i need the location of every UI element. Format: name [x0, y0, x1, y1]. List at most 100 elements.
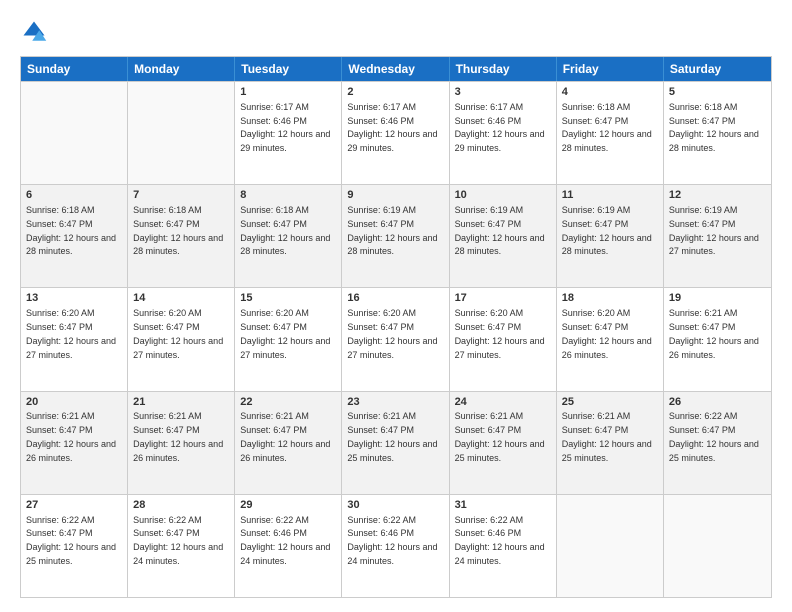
day-number: 29 — [240, 498, 336, 513]
calendar-header: SundayMondayTuesdayWednesdayThursdayFrid… — [21, 57, 771, 81]
day-info: Sunrise: 6:17 AM Sunset: 6:46 PM Dayligh… — [347, 102, 437, 153]
calendar-cell: 31Sunrise: 6:22 AM Sunset: 6:46 PM Dayli… — [450, 495, 557, 597]
calendar-cell: 1 Sunrise: 6:17 AM Sunset: 6:46 PM Daylig… — [235, 82, 342, 184]
day-info: Sunrise: 6:22 AM Sunset: 6:47 PM Dayligh… — [26, 515, 116, 566]
calendar-cell: 29Sunrise: 6:22 AM Sunset: 6:46 PM Dayli… — [235, 495, 342, 597]
calendar-cell: 2 Sunrise: 6:17 AM Sunset: 6:46 PM Daylig… — [342, 82, 449, 184]
day-number: 17 — [455, 291, 551, 306]
day-number: 20 — [26, 395, 122, 410]
calendar-cell: 26Sunrise: 6:22 AM Sunset: 6:47 PM Dayli… — [664, 392, 771, 494]
calendar-cell: 15 Sunrise: 6:20 AM Sunset: 6:47 PM Dayli… — [235, 288, 342, 390]
day-info: Sunrise: 6:21 AM Sunset: 6:47 PM Dayligh… — [133, 411, 223, 462]
header — [20, 18, 772, 46]
day-number: 9 — [347, 188, 443, 203]
day-info: Sunrise: 6:18 AM Sunset: 6:47 PM Dayligh… — [133, 205, 223, 256]
calendar-cell: 18 Sunrise: 6:20 AM Sunset: 6:47 PM Dayli… — [557, 288, 664, 390]
calendar-row: 6Sunrise: 6:18 AM Sunset: 6:47 PM Daylig… — [21, 184, 771, 287]
header-day: Friday — [557, 57, 664, 81]
day-info: Sunrise: 6:19 AM Sunset: 6:47 PM Dayligh… — [562, 205, 652, 256]
header-day: Saturday — [664, 57, 771, 81]
calendar-cell: 25Sunrise: 6:21 AM Sunset: 6:47 PM Dayli… — [557, 392, 664, 494]
calendar-cell: 11Sunrise: 6:19 AM Sunset: 6:47 PM Dayli… — [557, 185, 664, 287]
day-info: Sunrise: 6:19 AM Sunset: 6:47 PM Dayligh… — [455, 205, 545, 256]
day-info: Sunrise: 6:19 AM Sunset: 6:47 PM Dayligh… — [347, 205, 437, 256]
day-info: Sunrise: 6:17 AM Sunset: 6:46 PM Dayligh… — [240, 102, 330, 153]
calendar-cell: 30 Sunrise: 6:22 AM Sunset: 6:46 PM Dayli… — [342, 495, 449, 597]
header-day: Monday — [128, 57, 235, 81]
day-info: Sunrise: 6:21 AM Sunset: 6:47 PM Dayligh… — [562, 411, 652, 462]
calendar: SundayMondayTuesdayWednesdayThursdayFrid… — [20, 56, 772, 598]
calendar-cell: 12 Sunrise: 6:19 AM Sunset: 6:47 PM Dayli… — [664, 185, 771, 287]
day-number: 10 — [455, 188, 551, 203]
calendar-cell — [128, 82, 235, 184]
calendar-cell: 3 Sunrise: 6:17 AM Sunset: 6:46 PM Daylig… — [450, 82, 557, 184]
day-info: Sunrise: 6:20 AM Sunset: 6:47 PM Dayligh… — [26, 308, 116, 359]
calendar-cell — [21, 82, 128, 184]
day-number: 14 — [133, 291, 229, 306]
day-info: Sunrise: 6:21 AM Sunset: 6:47 PM Dayligh… — [26, 411, 116, 462]
day-info: Sunrise: 6:22 AM Sunset: 6:46 PM Dayligh… — [455, 515, 545, 566]
day-info: Sunrise: 6:21 AM Sunset: 6:47 PM Dayligh… — [347, 411, 437, 462]
calendar-cell: 4Sunrise: 6:18 AM Sunset: 6:47 PM Daylig… — [557, 82, 664, 184]
day-number: 2 — [347, 85, 443, 100]
calendar-cell: 5 Sunrise: 6:18 AM Sunset: 6:47 PM Daylig… — [664, 82, 771, 184]
day-info: Sunrise: 6:18 AM Sunset: 6:47 PM Dayligh… — [240, 205, 330, 256]
day-number: 1 — [240, 85, 336, 100]
page: SundayMondayTuesdayWednesdayThursdayFrid… — [0, 0, 792, 612]
calendar-cell: 27 Sunrise: 6:22 AM Sunset: 6:47 PM Dayli… — [21, 495, 128, 597]
day-number: 22 — [240, 395, 336, 410]
day-info: Sunrise: 6:22 AM Sunset: 6:47 PM Dayligh… — [669, 411, 759, 462]
calendar-cell: 16Sunrise: 6:20 AM Sunset: 6:47 PM Dayli… — [342, 288, 449, 390]
day-number: 13 — [26, 291, 122, 306]
header-day: Wednesday — [342, 57, 449, 81]
calendar-row: 20Sunrise: 6:21 AM Sunset: 6:47 PM Dayli… — [21, 391, 771, 494]
day-info: Sunrise: 6:20 AM Sunset: 6:47 PM Dayligh… — [347, 308, 437, 359]
day-number: 27 — [26, 498, 122, 513]
calendar-cell: 13 Sunrise: 6:20 AM Sunset: 6:47 PM Dayli… — [21, 288, 128, 390]
calendar-body: 1 Sunrise: 6:17 AM Sunset: 6:46 PM Daylig… — [21, 81, 771, 597]
day-number: 19 — [669, 291, 766, 306]
day-number: 7 — [133, 188, 229, 203]
calendar-cell: 28 Sunrise: 6:22 AM Sunset: 6:47 PM Dayli… — [128, 495, 235, 597]
day-number: 8 — [240, 188, 336, 203]
logo — [20, 18, 52, 46]
day-info: Sunrise: 6:17 AM Sunset: 6:46 PM Dayligh… — [455, 102, 545, 153]
day-number: 12 — [669, 188, 766, 203]
day-info: Sunrise: 6:18 AM Sunset: 6:47 PM Dayligh… — [562, 102, 652, 153]
day-number: 18 — [562, 291, 658, 306]
day-number: 30 — [347, 498, 443, 513]
day-info: Sunrise: 6:21 AM Sunset: 6:47 PM Dayligh… — [240, 411, 330, 462]
calendar-cell: 8 Sunrise: 6:18 AM Sunset: 6:47 PM Daylig… — [235, 185, 342, 287]
day-number: 26 — [669, 395, 766, 410]
day-info: Sunrise: 6:21 AM Sunset: 6:47 PM Dayligh… — [455, 411, 545, 462]
day-info: Sunrise: 6:20 AM Sunset: 6:47 PM Dayligh… — [562, 308, 652, 359]
day-info: Sunrise: 6:20 AM Sunset: 6:47 PM Dayligh… — [133, 308, 223, 359]
calendar-cell: 10 Sunrise: 6:19 AM Sunset: 6:47 PM Dayli… — [450, 185, 557, 287]
day-info: Sunrise: 6:18 AM Sunset: 6:47 PM Dayligh… — [669, 102, 759, 153]
day-info: Sunrise: 6:19 AM Sunset: 6:47 PM Dayligh… — [669, 205, 759, 256]
day-info: Sunrise: 6:18 AM Sunset: 6:47 PM Dayligh… — [26, 205, 116, 256]
header-day: Thursday — [450, 57, 557, 81]
logo-icon — [20, 18, 48, 46]
calendar-cell: 19 Sunrise: 6:21 AM Sunset: 6:47 PM Dayli… — [664, 288, 771, 390]
calendar-row: 27 Sunrise: 6:22 AM Sunset: 6:47 PM Dayli… — [21, 494, 771, 597]
day-info: Sunrise: 6:22 AM Sunset: 6:46 PM Dayligh… — [347, 515, 437, 566]
calendar-row: 1 Sunrise: 6:17 AM Sunset: 6:46 PM Daylig… — [21, 81, 771, 184]
calendar-cell: 7 Sunrise: 6:18 AM Sunset: 6:47 PM Daylig… — [128, 185, 235, 287]
calendar-cell: 6Sunrise: 6:18 AM Sunset: 6:47 PM Daylig… — [21, 185, 128, 287]
calendar-cell — [664, 495, 771, 597]
day-info: Sunrise: 6:22 AM Sunset: 6:47 PM Dayligh… — [133, 515, 223, 566]
calendar-cell: 21Sunrise: 6:21 AM Sunset: 6:47 PM Dayli… — [128, 392, 235, 494]
day-number: 28 — [133, 498, 229, 513]
day-number: 3 — [455, 85, 551, 100]
day-info: Sunrise: 6:20 AM Sunset: 6:47 PM Dayligh… — [455, 308, 545, 359]
day-info: Sunrise: 6:21 AM Sunset: 6:47 PM Dayligh… — [669, 308, 759, 359]
calendar-cell: 20Sunrise: 6:21 AM Sunset: 6:47 PM Dayli… — [21, 392, 128, 494]
day-info: Sunrise: 6:20 AM Sunset: 6:47 PM Dayligh… — [240, 308, 330, 359]
day-number: 5 — [669, 85, 766, 100]
day-number: 15 — [240, 291, 336, 306]
calendar-cell: 17 Sunrise: 6:20 AM Sunset: 6:47 PM Dayli… — [450, 288, 557, 390]
calendar-cell: 22Sunrise: 6:21 AM Sunset: 6:47 PM Dayli… — [235, 392, 342, 494]
calendar-row: 13 Sunrise: 6:20 AM Sunset: 6:47 PM Dayli… — [21, 287, 771, 390]
header-day: Tuesday — [235, 57, 342, 81]
